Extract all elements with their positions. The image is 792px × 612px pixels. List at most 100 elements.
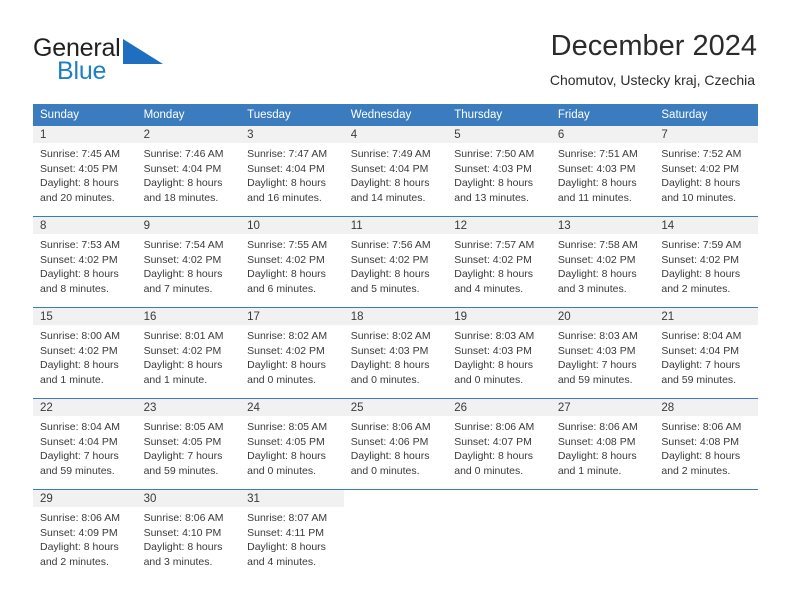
day-number: 20 [550, 308, 655, 325]
day-number: 18 [343, 308, 448, 325]
calendar-day-cell[interactable]: 30 Sunrise: 8:06 AM Sunset: 4:10 PM Dayligh… [136, 489, 241, 580]
calendar-day-cell[interactable]: 13 Sunrise: 7:58 AM Sunset: 4:02 PM Dayligh… [550, 216, 655, 308]
calendar-week-row: 29 Sunrise: 8:06 AM Sunset: 4:09 PM Dayligh… [33, 489, 758, 580]
page-subtitle: Chomutov, Ustecky kraj, Czechia [549, 72, 755, 88]
day-cell-inner: 12 Sunrise: 7:57 AM Sunset: 4:02 PM Dayligh… [447, 217, 551, 307]
calendar-day-cell[interactable]: 20 Sunrise: 8:03 AM Sunset: 4:03 PM Dayligh… [550, 307, 655, 399]
day-number: 15 [33, 308, 137, 325]
day-cell-inner: 21 Sunrise: 8:04 AM Sunset: 4:04 PM Dayligh… [654, 308, 758, 398]
weekday-header-monday: Monday [136, 104, 241, 126]
calendar-day-cell[interactable]: 8 Sunrise: 7:53 AM Sunset: 4:02 PM Daylight… [33, 216, 137, 308]
day-sunrise-text: Sunrise: 7:46 AM [143, 148, 224, 160]
day-daylight2-text: and 16 minutes. [247, 191, 322, 204]
day-daylight1-text: Daylight: 8 hours [661, 450, 741, 463]
calendar-day-cell[interactable]: 1 Sunrise: 7:45 AM Sunset: 4:05 PM Daylight… [33, 126, 137, 217]
day-cell-inner: 14 Sunrise: 7:59 AM Sunset: 4:02 PM Dayligh… [654, 217, 758, 307]
day-number: 10 [240, 217, 344, 234]
day-daylight1-text: Daylight: 8 hours [350, 177, 430, 190]
day-daylight2-text: and 0 minutes. [247, 464, 317, 477]
calendar-day-cell[interactable]: 28 Sunrise: 8:06 AM Sunset: 4:08 PM Dayligh… [654, 398, 758, 490]
day-cell-inner: 25 Sunrise: 8:06 AM Sunset: 4:06 PM Dayligh… [343, 399, 448, 489]
day-daylight1-text: Daylight: 8 hours [350, 268, 430, 281]
day-sunrise-text: Sunrise: 7:55 AM [247, 239, 328, 251]
calendar-day-cell[interactable]: 9 Sunrise: 7:54 AM Sunset: 4:02 PM Daylight… [136, 216, 241, 308]
day-cell-inner: 16 Sunrise: 8:01 AM Sunset: 4:02 PM Dayligh… [136, 308, 241, 398]
day-sunrise-text: Sunrise: 7:45 AM [40, 148, 120, 160]
day-cell-inner [447, 490, 551, 580]
calendar-day-cell[interactable]: 23 Sunrise: 8:05 AM Sunset: 4:05 PM Dayligh… [136, 398, 241, 490]
calendar-day-cell[interactable]: 16 Sunrise: 8:01 AM Sunset: 4:02 PM Dayligh… [136, 307, 241, 399]
day-daylight1-text: Daylight: 8 hours [454, 177, 534, 190]
day-sunrise-text: Sunrise: 7:49 AM [350, 148, 431, 160]
calendar-day-cell[interactable]: 11 Sunrise: 7:56 AM Sunset: 4:02 PM Dayligh… [343, 216, 448, 308]
day-sunset-text: Sunset: 4:04 PM [350, 162, 429, 175]
day-details: Sunrise: 7:50 AM Sunset: 4:03 PM Daylight:… [447, 143, 551, 205]
generalblue-logo[interactable]: General Blue [33, 34, 233, 90]
calendar-day-cell[interactable]: 22 Sunrise: 8:04 AM Sunset: 4:04 PM Dayligh… [33, 398, 137, 490]
day-number: 14 [654, 217, 758, 234]
day-number: 29 [33, 490, 137, 507]
day-daylight2-text: and 11 minutes. [557, 191, 632, 204]
day-daylight2-text: and 4 minutes. [454, 282, 524, 295]
calendar-day-cell[interactable]: 10 Sunrise: 7:55 AM Sunset: 4:02 PM Dayligh… [240, 216, 344, 308]
day-details: Sunrise: 8:05 AM Sunset: 4:05 PM Daylight:… [240, 416, 344, 478]
day-sunrise-text: Sunrise: 7:56 AM [350, 239, 431, 251]
day-daylight2-text: and 2 minutes. [40, 555, 109, 568]
calendar-day-cell[interactable]: 2 Sunrise: 7:46 AM Sunset: 4:04 PM Daylight… [136, 126, 241, 217]
day-cell-inner: 31 Sunrise: 8:07 AM Sunset: 4:11 PM Dayligh… [240, 490, 344, 580]
day-daylight1-text: Daylight: 8 hours [40, 541, 119, 554]
day-sunrise-text: Sunrise: 7:54 AM [143, 239, 224, 251]
calendar-day-cell[interactable]: 5 Sunrise: 7:50 AM Sunset: 4:03 PM Daylight… [447, 126, 551, 217]
day-number: 3 [240, 126, 344, 143]
day-cell-inner: 10 Sunrise: 7:55 AM Sunset: 4:02 PM Dayligh… [240, 217, 344, 307]
day-number [654, 490, 758, 507]
calendar-day-cell[interactable]: 18 Sunrise: 8:02 AM Sunset: 4:03 PM Dayligh… [343, 307, 448, 399]
day-sunset-text: Sunset: 4:11 PM [247, 526, 324, 539]
calendar-day-cell[interactable]: 19 Sunrise: 8:03 AM Sunset: 4:03 PM Dayligh… [447, 307, 551, 399]
calendar-day-cell[interactable]: 27 Sunrise: 8:06 AM Sunset: 4:08 PM Dayligh… [550, 398, 655, 490]
day-daylight1-text: Daylight: 8 hours [40, 359, 119, 372]
day-sunrise-text: Sunrise: 8:01 AM [143, 330, 224, 342]
day-daylight2-text: and 5 minutes. [350, 282, 420, 295]
calendar-day-cell[interactable]: 12 Sunrise: 7:57 AM Sunset: 4:02 PM Dayligh… [447, 216, 551, 308]
day-sunset-text: Sunset: 4:04 PM [247, 162, 325, 175]
day-sunset-text: Sunset: 4:07 PM [454, 435, 532, 448]
calendar-day-cell[interactable]: 31 Sunrise: 8:07 AM Sunset: 4:11 PM Dayligh… [240, 489, 344, 580]
day-number [551, 490, 655, 507]
day-daylight2-text: and 0 minutes. [247, 373, 317, 386]
calendar-day-cell[interactable]: 17 Sunrise: 8:02 AM Sunset: 4:02 PM Dayligh… [240, 307, 344, 399]
calendar-day-cell[interactable]: 21 Sunrise: 8:04 AM Sunset: 4:04 PM Dayligh… [654, 307, 758, 399]
calendar-day-cell[interactable]: 4 Sunrise: 7:49 AM Sunset: 4:04 PM Daylight… [343, 126, 448, 217]
day-daylight1-text: Daylight: 8 hours [350, 359, 430, 372]
calendar-day-cell[interactable]: 26 Sunrise: 8:06 AM Sunset: 4:07 PM Dayligh… [447, 398, 551, 490]
day-daylight2-text: and 3 minutes. [557, 282, 627, 295]
calendar-day-cell[interactable]: 25 Sunrise: 8:06 AM Sunset: 4:06 PM Dayligh… [343, 398, 448, 490]
calendar-page: General Blue December 2024 Chomutov, Ust… [0, 0, 792, 612]
day-number: 6 [550, 126, 655, 143]
day-details: Sunrise: 8:05 AM Sunset: 4:05 PM Daylight:… [137, 416, 241, 478]
day-number: 25 [343, 399, 448, 416]
day-daylight2-text: and 20 minutes. [40, 191, 115, 204]
day-daylight2-text: and 18 minutes. [143, 191, 219, 204]
day-details: Sunrise: 8:06 AM Sunset: 4:07 PM Daylight:… [447, 416, 551, 478]
calendar-day-cell[interactable]: 7 Sunrise: 7:52 AM Sunset: 4:02 PM Daylight… [654, 126, 758, 217]
calendar-day-cell[interactable]: 3 Sunrise: 7:47 AM Sunset: 4:04 PM Daylight… [240, 126, 344, 217]
day-daylight2-text: and 14 minutes. [350, 191, 426, 204]
calendar-day-cell[interactable]: 6 Sunrise: 7:51 AM Sunset: 4:03 PM Daylight… [550, 126, 655, 217]
day-details [654, 507, 758, 511]
day-number: 5 [447, 126, 551, 143]
calendar-body: 1 Sunrise: 7:45 AM Sunset: 4:05 PM Daylight… [33, 126, 758, 580]
day-details [447, 507, 551, 511]
calendar-day-cell[interactable]: 29 Sunrise: 8:06 AM Sunset: 4:09 PM Dayligh… [33, 489, 137, 580]
calendar-day-cell[interactable]: 15 Sunrise: 8:00 AM Sunset: 4:02 PM Dayligh… [33, 307, 137, 399]
day-cell-inner [551, 490, 655, 580]
day-daylight2-text: and 59 minutes. [557, 373, 633, 386]
day-sunset-text: Sunset: 4:03 PM [557, 344, 636, 357]
calendar-day-cell[interactable]: 14 Sunrise: 7:59 AM Sunset: 4:02 PM Dayligh… [654, 216, 758, 308]
day-number: 2 [136, 126, 241, 143]
calendar-day-cell[interactable]: 24 Sunrise: 8:05 AM Sunset: 4:05 PM Dayligh… [240, 398, 344, 490]
day-sunset-text: Sunset: 4:03 PM [350, 344, 429, 357]
day-number: 24 [240, 399, 344, 416]
day-sunset-text: Sunset: 4:03 PM [454, 162, 532, 175]
day-number: 4 [343, 126, 448, 143]
